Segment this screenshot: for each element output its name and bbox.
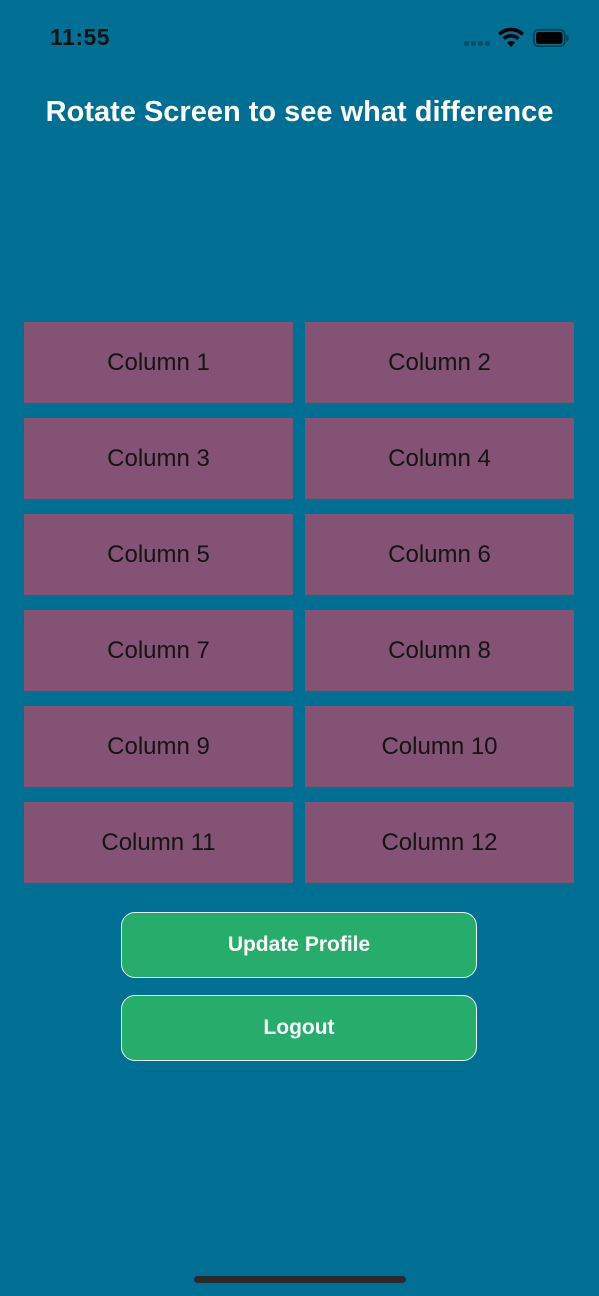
column-grid: Column 1 Column 2 Column 3 Column 4 Colu… xyxy=(24,322,575,883)
grid-cell-9: Column 9 xyxy=(24,706,293,787)
battery-icon xyxy=(533,29,569,47)
grid-cell-5: Column 5 xyxy=(24,514,293,595)
grid-cell-11: Column 11 xyxy=(24,802,293,883)
page-title: Rotate Screen to see what difference xyxy=(45,96,554,128)
grid-cell-2: Column 2 xyxy=(305,322,574,403)
grid-cell-7: Column 7 xyxy=(24,610,293,691)
grid-cell-3: Column 3 xyxy=(24,418,293,499)
status-time: 11:55 xyxy=(50,24,111,50)
update-profile-button[interactable]: Update Profile xyxy=(121,912,477,978)
grid-cell-6: Column 6 xyxy=(305,514,574,595)
grid-cell-10: Column 10 xyxy=(305,706,574,787)
wifi-icon xyxy=(498,27,524,47)
logout-button[interactable]: Logout xyxy=(121,995,477,1061)
home-indicator[interactable] xyxy=(194,1276,406,1283)
grid-cell-8: Column 8 xyxy=(305,610,574,691)
grid-cell-1: Column 1 xyxy=(24,322,293,403)
cellular-signal-icon xyxy=(464,41,492,46)
status-bar: 11:55 xyxy=(0,0,599,80)
grid-cell-12: Column 12 xyxy=(305,802,574,883)
grid-cell-4: Column 4 xyxy=(305,418,574,499)
